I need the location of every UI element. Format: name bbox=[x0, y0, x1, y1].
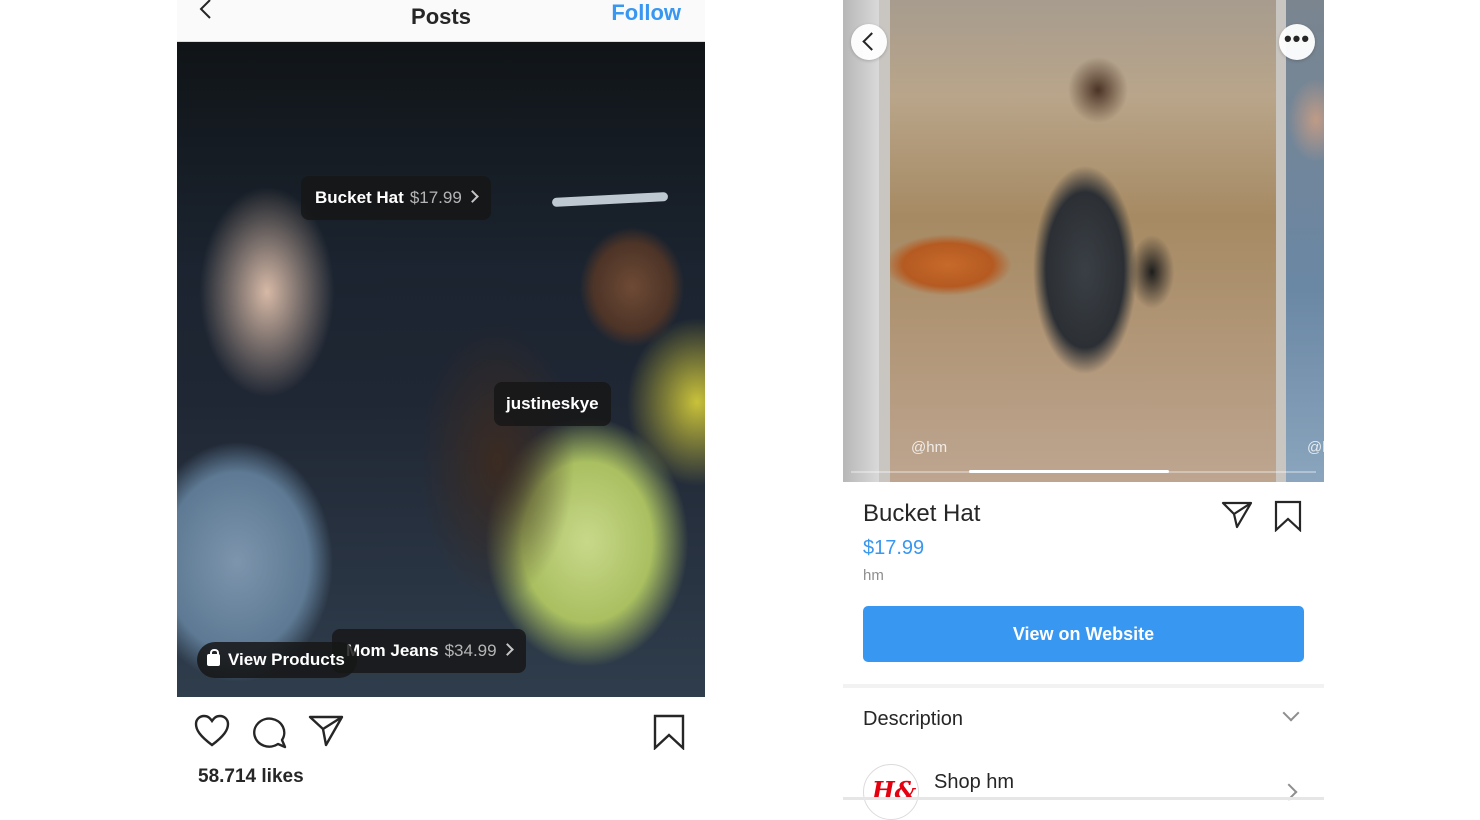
back-button[interactable] bbox=[851, 24, 887, 60]
top-nav-bar: Posts Follow bbox=[177, 0, 705, 42]
previous-image-preview[interactable] bbox=[843, 0, 879, 482]
view-products-button[interactable]: View Products bbox=[197, 642, 357, 678]
section-divider bbox=[843, 684, 1324, 688]
product-tag-mom-jeans[interactable]: Mom Jeans $34.99 bbox=[332, 629, 526, 673]
view-products-label: View Products bbox=[228, 650, 345, 669]
chevron-down-icon[interactable] bbox=[1282, 704, 1300, 722]
product-tag-name: Bucket Hat bbox=[315, 188, 404, 207]
ceiling-light bbox=[551, 191, 669, 208]
carousel-progress-indicator bbox=[969, 470, 1169, 473]
product-tag-bucket-hat[interactable]: Bucket Hat $17.99 bbox=[301, 176, 491, 220]
heart-icon[interactable] bbox=[194, 714, 230, 748]
brand-logo-text: H&M bbox=[872, 776, 918, 805]
post-actions-bar bbox=[177, 700, 705, 760]
share-icon[interactable] bbox=[1221, 500, 1253, 530]
bookmark-icon[interactable] bbox=[1273, 500, 1303, 532]
product-image[interactable]: @hm bbox=[890, 0, 1276, 482]
shop-brand-link[interactable]: Shop hm bbox=[934, 771, 1014, 794]
product-tag-price: $17.99 bbox=[409, 188, 462, 207]
product-image-carousel[interactable]: @hm @h ••• bbox=[843, 0, 1324, 482]
next-image-preview[interactable]: @h bbox=[1286, 0, 1324, 482]
user-tag[interactable]: justineskye bbox=[494, 382, 611, 426]
description-header[interactable]: Description bbox=[863, 708, 963, 731]
follow-button[interactable]: Follow bbox=[611, 0, 681, 26]
brand-logo[interactable]: H&M bbox=[863, 764, 919, 820]
product-screen: @hm @h ••• Bucket Hat $17.99 hm View on … bbox=[843, 0, 1324, 820]
post-photo[interactable]: Bucket Hat $17.99 justineskye Mom Jeans $3… bbox=[177, 42, 705, 697]
user-tag-name: justineskye bbox=[506, 394, 599, 413]
share-icon[interactable] bbox=[308, 714, 344, 748]
product-name: Bucket Hat bbox=[863, 500, 981, 527]
likes-count[interactable]: 58.714 likes bbox=[198, 766, 304, 788]
product-tag-price: $34.99 bbox=[444, 641, 497, 660]
image-watermark-next: @h bbox=[1307, 439, 1324, 456]
image-watermark: @hm bbox=[911, 439, 948, 456]
product-tag-name: Mom Jeans bbox=[346, 641, 439, 660]
view-on-website-button[interactable]: View on Website bbox=[863, 606, 1304, 662]
more-dots-icon: ••• bbox=[1283, 26, 1311, 51]
product-brand[interactable]: hm bbox=[863, 567, 884, 584]
bookmark-icon[interactable] bbox=[652, 714, 686, 750]
product-price: $17.99 bbox=[863, 537, 925, 559]
post-screen: Posts Follow Bucket Hat $17.99 justinesky… bbox=[177, 0, 705, 800]
chevron-left-icon bbox=[862, 32, 881, 51]
shopping-bag-icon bbox=[207, 649, 220, 666]
chevron-right-icon bbox=[500, 643, 514, 656]
comment-icon[interactable] bbox=[252, 714, 288, 750]
more-options-button[interactable]: ••• bbox=[1279, 24, 1315, 60]
chevron-right-icon bbox=[465, 190, 479, 203]
